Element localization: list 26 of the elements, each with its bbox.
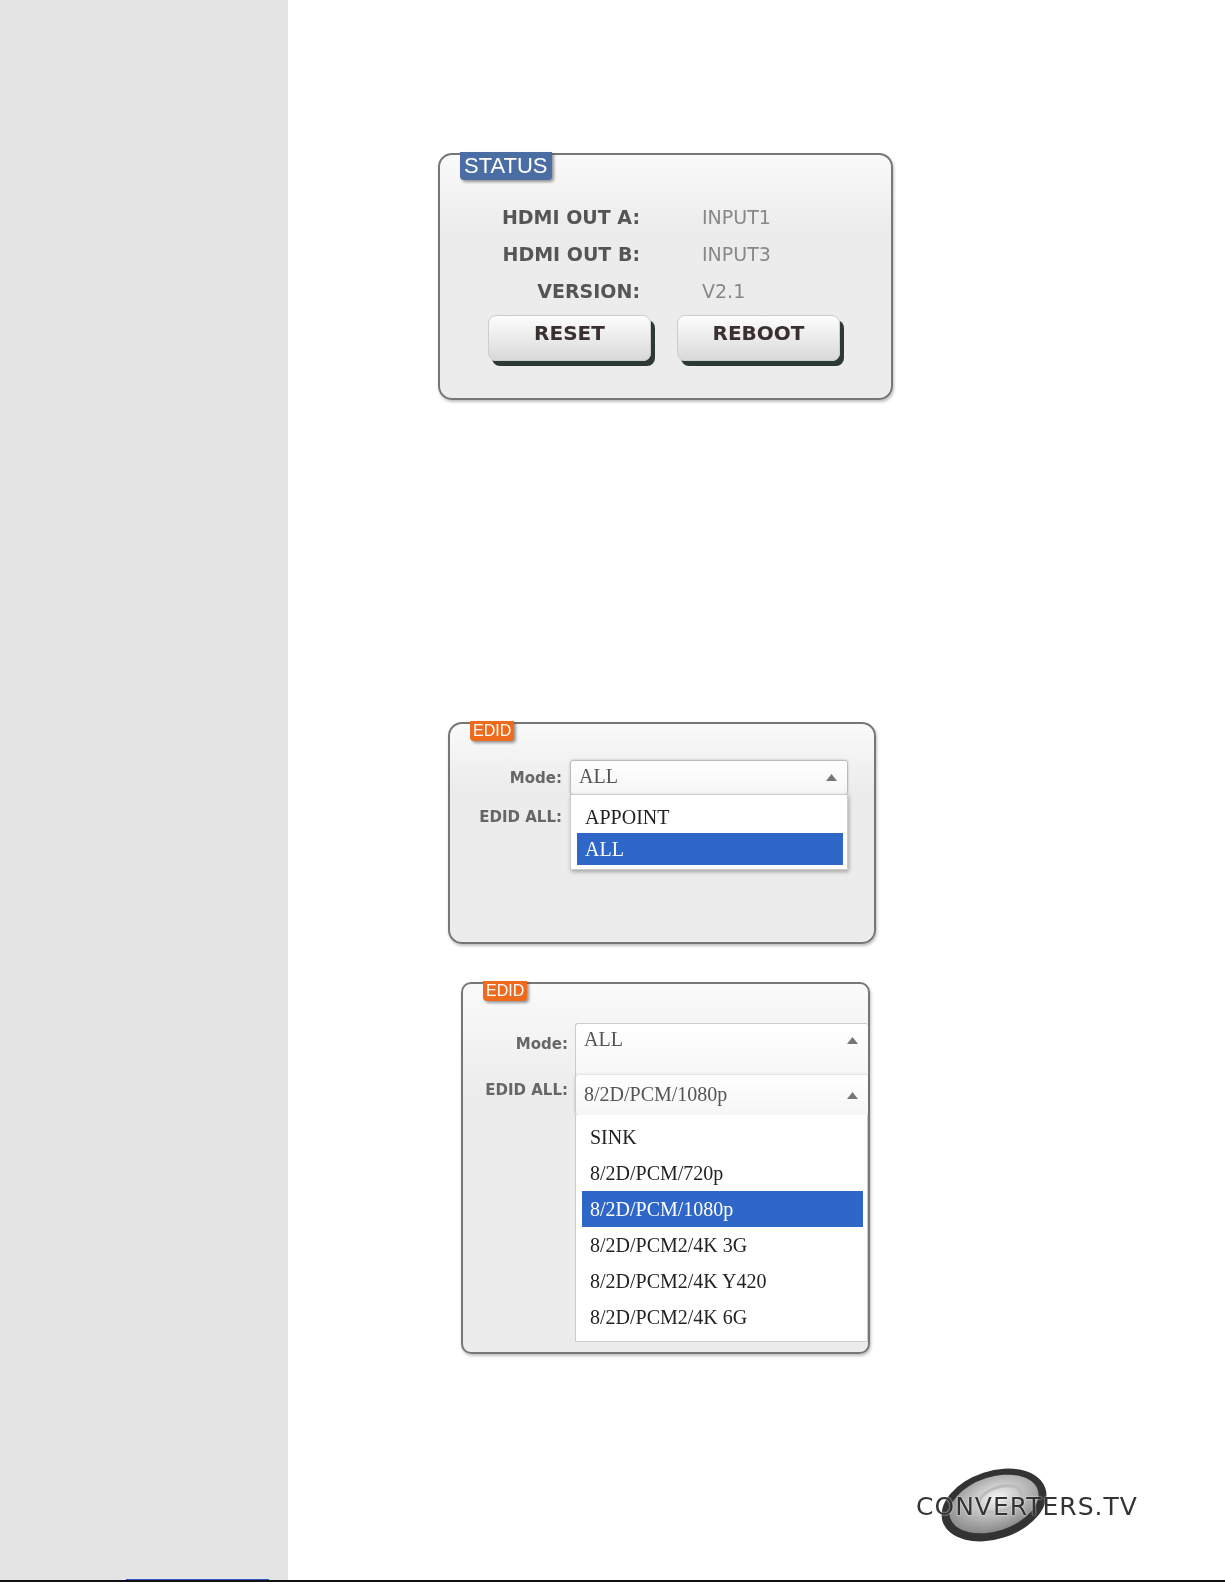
dropdown-value: ALL [584,1028,623,1051]
field-label: Mode: [514,1034,568,1053]
dropdown-option[interactable]: ALL [577,833,843,865]
status-label: HDMI OUT B: [501,242,640,266]
status-label: HDMI OUT A: [500,205,640,229]
dropdown-option[interactable]: 8/2D/PCM2/4K 3G [582,1227,863,1263]
dropdown-option[interactable]: 8/2D/PCM/1080p [582,1191,863,1227]
dropdown[interactable]: ALL [570,760,848,795]
dropdown-value: ALL [579,765,618,788]
caret-icon [826,774,837,781]
status-value: V2.1 [702,279,747,303]
dropdown-option[interactable]: SINK [582,1119,863,1155]
dropdown-value: 8/2D/PCM/1080p [584,1083,728,1106]
field-label: Mode: [508,768,562,787]
caret-icon [847,1092,858,1099]
dropdown[interactable]: 8/2D/PCM/1080p [575,1075,868,1115]
field-label: EDID ALL: [478,807,562,826]
status-value: INPUT3 [702,242,772,266]
dropdown-option[interactable]: 8/2D/PCM2/4K Y420 [582,1263,863,1299]
caret-icon [847,1037,858,1044]
dropdown-option[interactable]: APPOINT [577,801,843,833]
field-label: EDID ALL: [484,1080,568,1099]
dropdown-option[interactable]: 8/2D/PCM/720p [582,1155,863,1191]
dropdown-option[interactable]: 8/2D/PCM2/4K 6G [582,1299,863,1335]
status-label: VERSION: [536,279,640,303]
status-value: INPUT1 [702,205,772,229]
